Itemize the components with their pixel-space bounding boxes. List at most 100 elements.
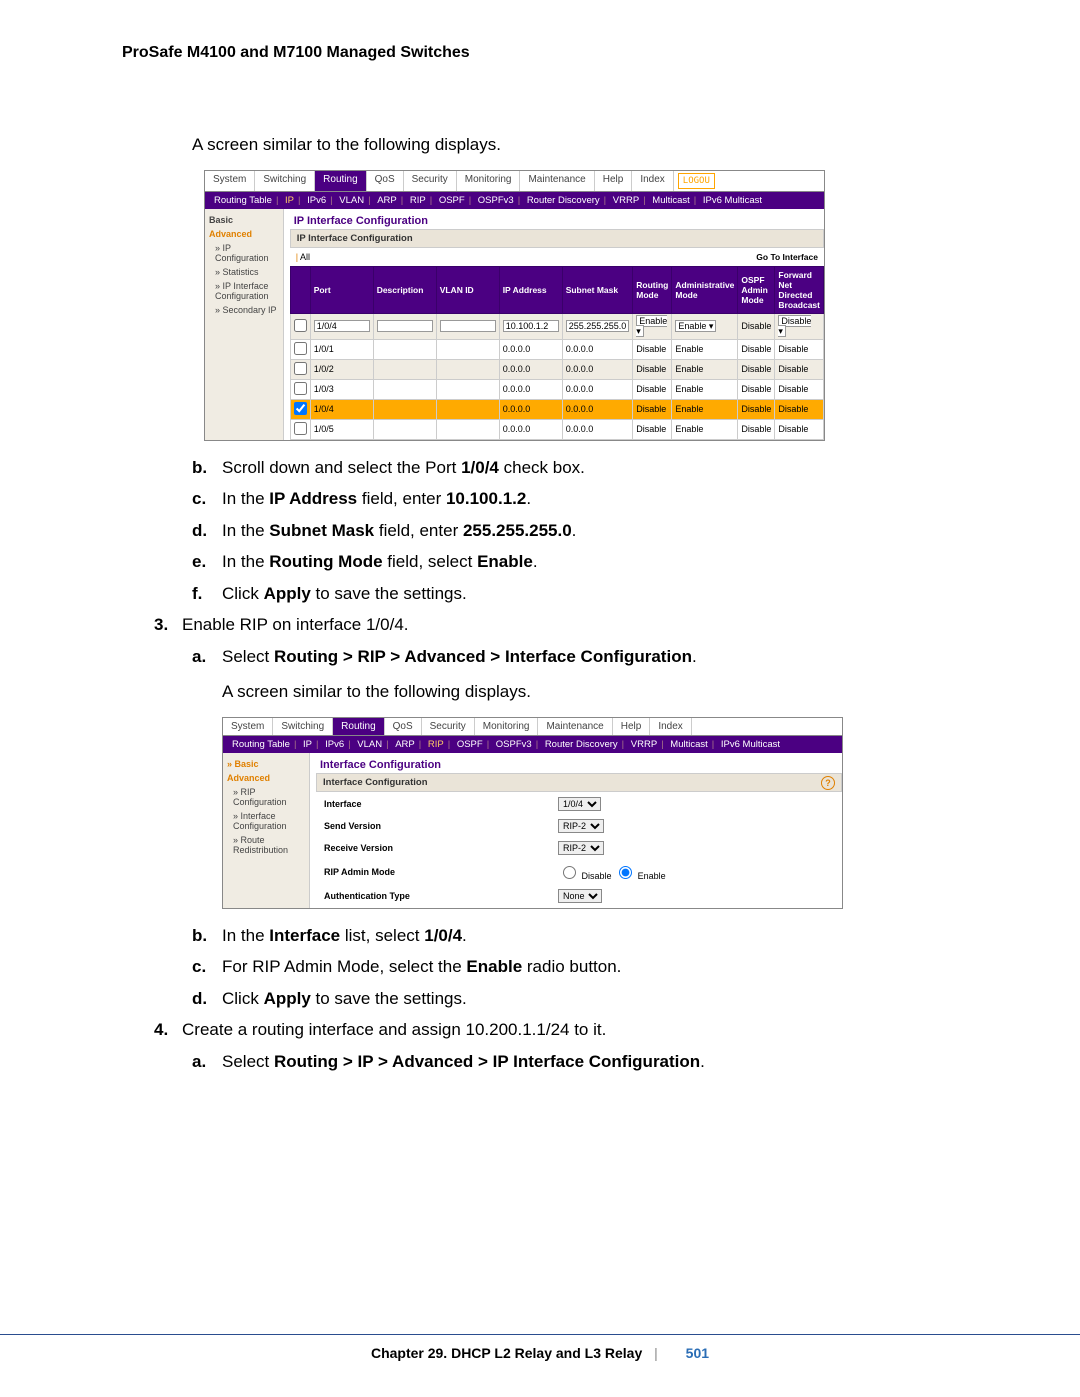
fld-recvv[interactable]: RIP-2 [558, 841, 604, 855]
tab2-help[interactable]: Help [613, 718, 651, 735]
step-b-label: b. [192, 455, 222, 481]
tab-index[interactable]: Index [632, 171, 673, 191]
sidebar2-basic[interactable]: » Basic [223, 757, 309, 771]
subtab2-arp[interactable]: ARP [395, 739, 415, 750]
admin-enable-radio[interactable] [619, 866, 632, 879]
step-e-label: e. [192, 549, 222, 575]
sidebar2-interface-config[interactable]: » Interface Configuration [223, 809, 309, 833]
step2-d: Click Apply to save the settings. [222, 986, 467, 1012]
amode-select[interactable]: Enable ▾ [675, 320, 716, 332]
sidebar2-rip-config[interactable]: » RIP Configuration [223, 785, 309, 809]
row-checkbox[interactable] [294, 382, 307, 395]
col-check [290, 266, 310, 313]
sidebar-basic[interactable]: Basic [205, 213, 283, 227]
subtab2-vlan[interactable]: VLAN [357, 739, 382, 750]
sidebar-2: » Basic Advanced » RIP Configuration » I… [223, 753, 310, 908]
admin-disable-radio[interactable] [563, 866, 576, 879]
subtab2-ospf[interactable]: OSPF [457, 739, 483, 750]
step-3a-label: a. [192, 644, 222, 670]
subtab2-ip[interactable]: IP [303, 739, 312, 750]
panel2-title: Interface Configuration [316, 757, 842, 773]
tab2-routing[interactable]: Routing [333, 718, 384, 735]
tab2-security[interactable]: Security [422, 718, 475, 735]
fld-sendv[interactable]: RIP-2 [558, 819, 604, 833]
tab-maintenance[interactable]: Maintenance [520, 171, 594, 191]
ip-input[interactable]: 10.100.1.2 [503, 320, 559, 332]
tab-security[interactable]: Security [404, 171, 457, 191]
check-all[interactable] [294, 319, 307, 332]
row-checkbox[interactable] [294, 422, 307, 435]
cell-mask: 0.0.0.0 [562, 359, 633, 379]
subtab2-vrrp[interactable]: VRRP [631, 739, 657, 750]
cell-mask: 0.0.0.0 [562, 339, 633, 359]
desc-input[interactable] [377, 320, 433, 332]
fld-interface[interactable]: 1/0/4 [558, 797, 601, 811]
sidebar-ip-interface-config[interactable]: » IP Interface Configuration [205, 279, 283, 303]
vlan-input[interactable] [440, 320, 496, 332]
tab2-maintenance[interactable]: Maintenance [538, 718, 612, 735]
tab2-switching[interactable]: Switching [273, 718, 333, 735]
port-input[interactable]: 1/0/4 [314, 320, 370, 332]
tab2-index[interactable]: Index [650, 718, 691, 735]
subtab2-ipv6[interactable]: IPv6 [325, 739, 344, 750]
sidebar2-route-redist[interactable]: » Route Redistribution [223, 833, 309, 857]
subtab2-ospfv3[interactable]: OSPFv3 [496, 739, 532, 750]
filter-all[interactable]: | All [296, 252, 310, 262]
subtab-ip[interactable]: IP [285, 195, 294, 206]
fld-sendv-label: Send Version [318, 816, 550, 836]
help-icon[interactable]: ? [821, 776, 835, 790]
step-c: In the IP Address field, enter 10.100.1.… [222, 486, 531, 512]
fld-interface-label: Interface [318, 794, 550, 814]
row-checkbox[interactable] [294, 362, 307, 375]
mask-input[interactable]: 255.255.255.0 [566, 320, 630, 332]
row-checkbox[interactable] [294, 402, 307, 415]
col-rmode: Routing Mode [633, 266, 672, 313]
interface-table: Port Description VLAN ID IP Address Subn… [290, 266, 824, 440]
step-d: In the Subnet Mask field, enter 255.255.… [222, 518, 576, 544]
subtab2-ipv6-multicast[interactable]: IPv6 Multicast [721, 739, 780, 750]
tab-qos[interactable]: QoS [367, 171, 404, 191]
tab-help[interactable]: Help [595, 171, 633, 191]
subtab-routing-table[interactable]: Routing Table [214, 195, 272, 206]
sidebar2-advanced[interactable]: Advanced [223, 771, 309, 785]
rmode-select[interactable]: Enable ▾ [636, 315, 667, 337]
tab-system[interactable]: System [205, 171, 255, 191]
sidebar-statistics[interactable]: » Statistics [205, 265, 283, 279]
row-checkbox[interactable] [294, 342, 307, 355]
col-ip: IP Address [499, 266, 562, 313]
subtab2-router-discovery[interactable]: Router Discovery [545, 739, 618, 750]
goto-interface[interactable]: Go To Interface [756, 252, 818, 262]
tab-routing[interactable]: Routing [315, 171, 366, 191]
sidebar-secondary-ip[interactable]: » Secondary IP [205, 303, 283, 317]
subtab-vrrp[interactable]: VRRP [613, 195, 639, 206]
subtab2-rip[interactable]: RIP [428, 739, 444, 750]
cell-fwd: Disable [775, 399, 824, 419]
step-4-num: 4. [154, 1017, 182, 1043]
tab-switching[interactable]: Switching [255, 171, 315, 191]
subtab-ipv6[interactable]: IPv6 [307, 195, 326, 206]
subtab-vlan[interactable]: VLAN [339, 195, 364, 206]
tab2-system[interactable]: System [223, 718, 273, 735]
cell-desc [373, 339, 436, 359]
step-4a-label: a. [192, 1049, 222, 1075]
tab2-qos[interactable]: QoS [385, 718, 422, 735]
fld-admin-label: RIP Admin Mode [318, 860, 550, 884]
sidebar-ip-config[interactable]: » IP Configuration [205, 241, 283, 265]
tab-monitoring[interactable]: Monitoring [457, 171, 521, 191]
subtab-router-discovery[interactable]: Router Discovery [527, 195, 600, 206]
subtab-arp[interactable]: ARP [377, 195, 397, 206]
subtab-ospf[interactable]: OSPF [439, 195, 465, 206]
subtab-rip[interactable]: RIP [410, 195, 426, 206]
subtab-multicast[interactable]: Multicast [652, 195, 689, 206]
subtab2-multicast[interactable]: Multicast [670, 739, 707, 750]
col-mask: Subnet Mask [562, 266, 633, 313]
subtab-ipv6-multicast[interactable]: IPv6 Multicast [703, 195, 762, 206]
sidebar-advanced[interactable]: Advanced [205, 227, 283, 241]
logout-button[interactable]: LOGOU [678, 173, 715, 189]
sub-tabs-2: Routing Table| IP| IPv6| VLAN| ARP| RIP|… [223, 736, 842, 753]
fwd-select[interactable]: Disable ▾ [778, 315, 811, 337]
subtab-ospfv3[interactable]: OSPFv3 [478, 195, 514, 206]
tab2-monitoring[interactable]: Monitoring [475, 718, 539, 735]
subtab2-routing-table[interactable]: Routing Table [232, 739, 290, 750]
fld-auth[interactable]: None [558, 889, 602, 903]
